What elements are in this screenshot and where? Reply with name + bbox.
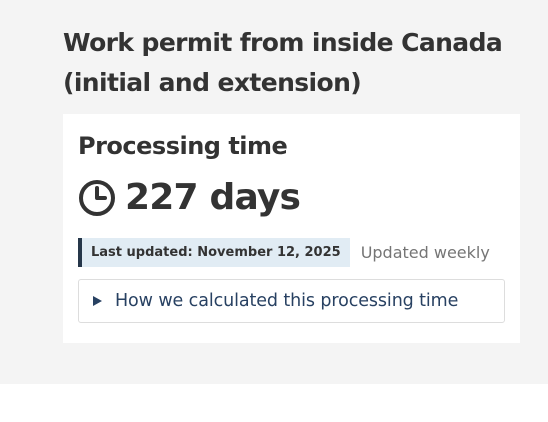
card-title: Processing time bbox=[78, 132, 288, 160]
processing-time-card: Processing time 227 days Last updated: N… bbox=[63, 114, 520, 343]
processing-time-value: 227 days bbox=[125, 177, 301, 218]
page-title: Work permit from inside Canada (initial … bbox=[63, 28, 503, 97]
clock-icon bbox=[78, 179, 116, 217]
details-summary-label: How we calculated this processing time bbox=[115, 291, 459, 311]
update-frequency: Updated weekly bbox=[360, 243, 490, 262]
calculation-details-toggle[interactable]: How we calculated this processing time bbox=[78, 279, 505, 323]
content-panel: Work permit from inside Canada (initial … bbox=[0, 0, 548, 384]
triangle-right-icon bbox=[93, 296, 102, 306]
page: Work permit from inside Canada (initial … bbox=[0, 0, 548, 422]
processing-time-row: 227 days bbox=[78, 176, 301, 220]
last-updated-label: Last updated: November 12, 2025 bbox=[78, 238, 350, 267]
update-info-row: Last updated: November 12, 2025 Updated … bbox=[78, 238, 490, 267]
